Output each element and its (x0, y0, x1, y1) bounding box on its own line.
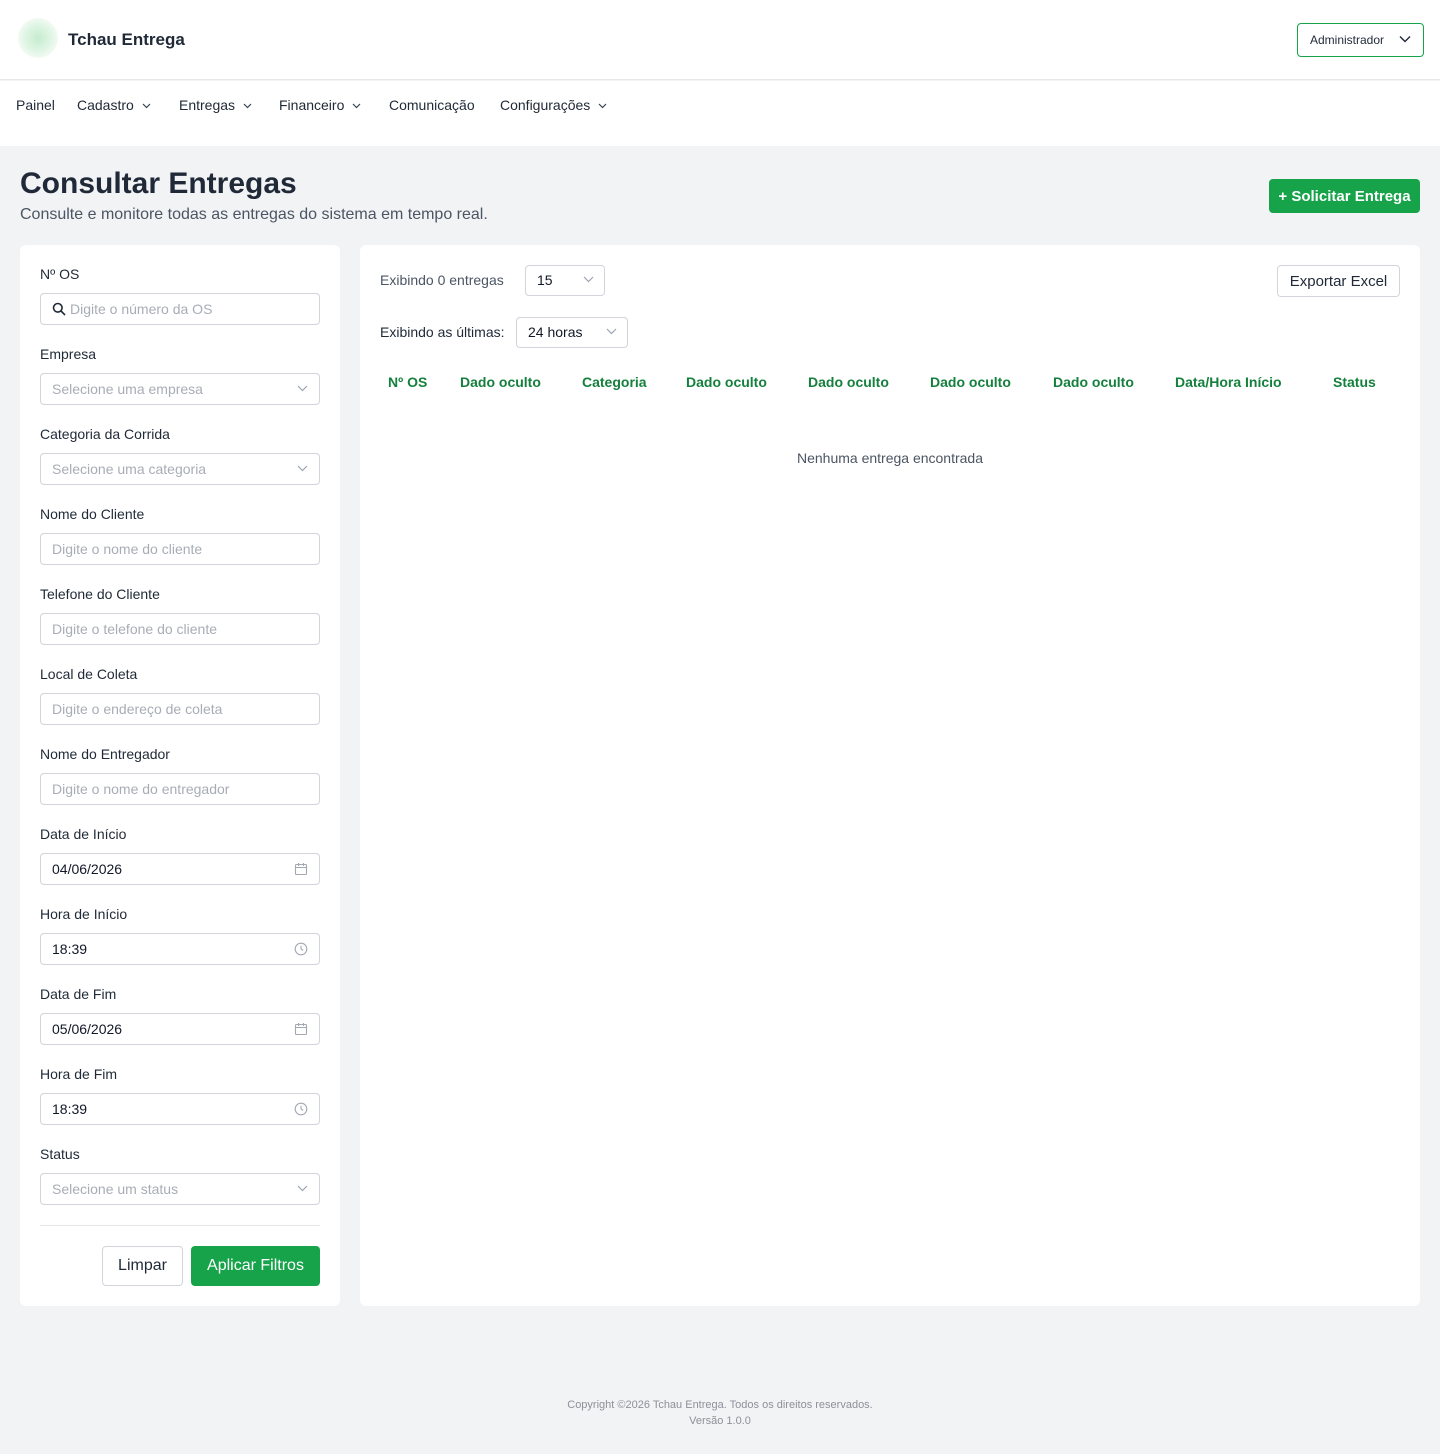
chevron-down-icon (142, 103, 151, 109)
nav-item-financeiro[interactable]: Financeiro (279, 97, 361, 113)
chevron-down-icon (598, 103, 607, 109)
chevron-down-icon (583, 276, 594, 283)
end-time-input[interactable]: 18:39 (40, 1093, 320, 1125)
start-time-input[interactable]: 18:39 (40, 933, 320, 965)
chevron-down-icon (297, 1185, 308, 1192)
chevron-down-icon (243, 103, 252, 109)
courier-label: Nome do Entregador (40, 746, 170, 762)
start-time-value: 18:39 (52, 941, 88, 957)
chevron-down-icon (297, 465, 308, 472)
clock-icon (294, 942, 308, 956)
footer-version: Versão 1.0.0 (689, 1415, 751, 1427)
company-label: Empresa (40, 346, 97, 362)
company-select[interactable]: Selecione uma empresa (40, 373, 320, 405)
time-range-value: 24 horas (528, 324, 583, 340)
filter-panel: Nº OS Digite o número da OS Empresa Sele… (20, 245, 340, 1306)
apply-filters-button[interactable]: Aplicar Filtros (191, 1246, 320, 1286)
nav-item-comunicacao[interactable]: Comunicação (389, 97, 475, 113)
filter-divider (40, 1225, 320, 1226)
start-date-input[interactable]: 04/06/2026 (40, 853, 320, 885)
nav-item-entregas[interactable]: Entregas (179, 97, 252, 113)
nav-item-configuracoes[interactable]: Configurações (500, 97, 607, 113)
page-subtitle: Consulte e monitore todas as entregas do… (20, 206, 488, 223)
chevron-down-icon (606, 328, 617, 335)
chevron-down-icon (352, 103, 361, 109)
page-size-value: 15 (537, 272, 553, 288)
category-label: Categoria da Corrida (40, 426, 170, 442)
time-range-select[interactable]: 24 horas (516, 317, 628, 348)
column-header[interactable]: Nº OS (388, 374, 427, 390)
client-phone-placeholder: Digite o telefone do cliente (52, 621, 217, 637)
courier-placeholder: Digite o nome do entregador (52, 781, 230, 797)
logo[interactable] (18, 18, 58, 58)
pickup-input[interactable]: Digite o endereço de coleta (40, 693, 320, 725)
end-date-input[interactable]: 05/06/2026 (40, 1013, 320, 1045)
company-select-placeholder: Selecione uma empresa (52, 381, 203, 397)
column-header[interactable]: Status (1333, 374, 1376, 390)
top-header: Tchau Entrega Administrador (0, 0, 1440, 80)
column-header[interactable]: Dado oculto (686, 374, 767, 390)
request-delivery-button[interactable]: + Solicitar Entrega (1269, 179, 1420, 213)
client-name-input[interactable]: Digite o nome do cliente (40, 533, 320, 565)
client-name-placeholder: Digite o nome do cliente (52, 541, 203, 557)
column-header[interactable]: Dado oculto (1053, 374, 1134, 390)
role-select[interactable]: Administrador (1297, 23, 1424, 57)
results-panel: Exibindo 0 entregas 15 Exportar Excel Ex… (360, 245, 1420, 1306)
footer-copyright: Copyright ©2026 Tchau Entrega. Todos os … (567, 1399, 873, 1411)
courier-input[interactable]: Digite o nome do entregador (40, 773, 320, 805)
client-phone-input[interactable]: Digite o telefone do cliente (40, 613, 320, 645)
status-select[interactable]: Selecione um status (40, 1173, 320, 1205)
calendar-icon (294, 863, 308, 876)
client-name-label: Nome do Cliente (40, 506, 145, 522)
brand-name[interactable]: Tchau Entrega (68, 30, 185, 50)
start-date-value: 04/06/2026 (52, 861, 123, 877)
chevron-down-icon (1399, 36, 1411, 43)
pickup-placeholder: Digite o endereço de coleta (52, 701, 223, 717)
page-size-select[interactable]: 15 (525, 265, 605, 296)
category-select[interactable]: Selecione uma categoria (40, 453, 320, 485)
export-excel-button[interactable]: Exportar Excel (1277, 265, 1400, 297)
role-select-value: Administrador (1310, 33, 1385, 47)
pickup-label: Local de Coleta (40, 666, 138, 682)
nav-item-cadastro[interactable]: Cadastro (77, 97, 151, 113)
clear-filters-button[interactable]: Limpar (102, 1246, 183, 1286)
os-label: Nº OS (40, 266, 80, 282)
end-date-label: Data de Fim (40, 986, 117, 1002)
nav-item-painel[interactable]: Painel (16, 97, 55, 113)
column-header[interactable]: Dado oculto (930, 374, 1011, 390)
os-search-placeholder: Digite o número da OS (70, 301, 213, 317)
os-search-input[interactable]: Digite o número da OS (40, 293, 320, 325)
column-header[interactable]: Dado oculto (460, 374, 541, 390)
end-time-value: 18:39 (52, 1101, 88, 1117)
start-date-label: Data de Início (40, 826, 127, 842)
end-time-label: Hora de Fim (40, 1066, 118, 1082)
status-select-placeholder: Selecione um status (52, 1181, 179, 1197)
empty-state-message: Nenhuma entrega encontrada (796, 450, 984, 466)
column-header[interactable]: Data/Hora Início (1175, 374, 1282, 390)
page-title: Consultar Entregas (20, 167, 297, 200)
results-count: Exibindo 0 entregas (380, 272, 504, 288)
calendar-icon (294, 1023, 308, 1036)
start-time-label: Hora de Início (40, 906, 128, 922)
column-header[interactable]: Categoria (582, 374, 647, 390)
client-phone-label: Telefone do Cliente (40, 586, 160, 602)
clock-icon (294, 1102, 308, 1116)
status-label: Status (40, 1146, 80, 1162)
column-header[interactable]: Dado oculto (808, 374, 889, 390)
main-nav: Painel Cadastro Entregas Financeiro Comu… (0, 81, 1440, 146)
category-select-placeholder: Selecione uma categoria (52, 461, 207, 477)
range-label: Exibindo as últimas: (380, 324, 505, 340)
search-icon (52, 302, 66, 316)
chevron-down-icon (297, 385, 308, 392)
end-date-value: 05/06/2026 (52, 1021, 123, 1037)
